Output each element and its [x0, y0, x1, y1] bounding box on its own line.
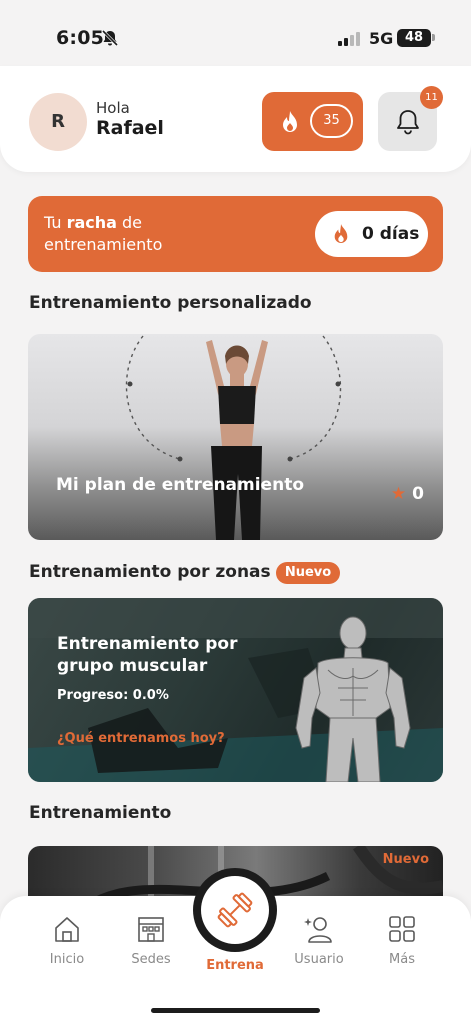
- training-new-badge: Nuevo: [382, 852, 429, 867]
- flame-icon: [283, 111, 297, 132]
- avatar[interactable]: R: [29, 93, 87, 151]
- tab-mas[interactable]: Más: [362, 914, 442, 967]
- streak-pill: 0 días: [315, 211, 428, 257]
- home-icon: [55, 917, 79, 942]
- network-type: 5G: [369, 29, 394, 48]
- plan-rating: ★ 0: [391, 484, 424, 504]
- battery-level: 48: [397, 29, 431, 47]
- tab-label: Sedes: [131, 952, 171, 967]
- zones-cta-link[interactable]: ¿Qué entrenamos hoy?: [57, 731, 225, 746]
- notification-badge: 11: [420, 86, 443, 109]
- section-title-zones: Entrenamiento por zonas: [29, 562, 271, 582]
- new-badge: Nuevo: [276, 562, 340, 584]
- plan-card-illustration: [125, 335, 342, 540]
- section-title-training: Entrenamiento: [29, 803, 172, 823]
- building-icon: [138, 917, 164, 942]
- tab-usuario[interactable]: Usuario: [279, 914, 359, 967]
- streak-days: 0 días: [362, 224, 420, 244]
- section-title-personalized: Entrenamiento personalizado: [29, 293, 312, 313]
- points-count: 35: [310, 104, 353, 138]
- plan-title: Mi plan de entrenamiento: [56, 475, 304, 495]
- tab-label-active: Entrena: [206, 958, 264, 973]
- streak-banner[interactable]: Tu racha de entrenamiento 0 días: [28, 196, 443, 272]
- tab-inicio[interactable]: Inicio: [27, 914, 107, 967]
- dumbbell-icon: [217, 892, 253, 928]
- bell-icon: [397, 110, 419, 135]
- home-indicator: [151, 1008, 320, 1013]
- status-time: 6:05: [56, 27, 105, 49]
- tab-label: Usuario: [294, 952, 344, 967]
- tab-sedes[interactable]: Sedes: [111, 914, 191, 967]
- tab-label: Más: [389, 952, 415, 967]
- grid-icon: [389, 916, 415, 942]
- tab-label: Inicio: [49, 952, 85, 967]
- star-icon: ★: [390, 484, 407, 504]
- zones-card[interactable]: Entrenamiento por grupo muscular Progres…: [28, 598, 443, 782]
- plan-card[interactable]: Mi plan de entrenamiento ★ 0: [28, 334, 443, 540]
- user-name: Rafael: [96, 117, 164, 139]
- bell-off-icon: [101, 29, 119, 47]
- flame-icon: [334, 224, 348, 243]
- zones-title: Entrenamiento por grupo muscular: [57, 634, 238, 676]
- greeting: Hola: [96, 99, 130, 117]
- user-icon: [304, 917, 332, 943]
- streak-highlight: racha: [66, 213, 117, 232]
- plan-rating-value: 0: [412, 484, 424, 504]
- points-button[interactable]: 35: [262, 92, 363, 151]
- streak-label: Tu racha de entrenamiento: [44, 213, 163, 254]
- signal-icon: [338, 32, 360, 46]
- entrena-fab-button[interactable]: [201, 876, 269, 944]
- battery-tip: [432, 34, 435, 41]
- tab-entrena[interactable]: Entrena: [195, 950, 275, 973]
- zones-progress: Progreso: 0.0%: [57, 688, 169, 703]
